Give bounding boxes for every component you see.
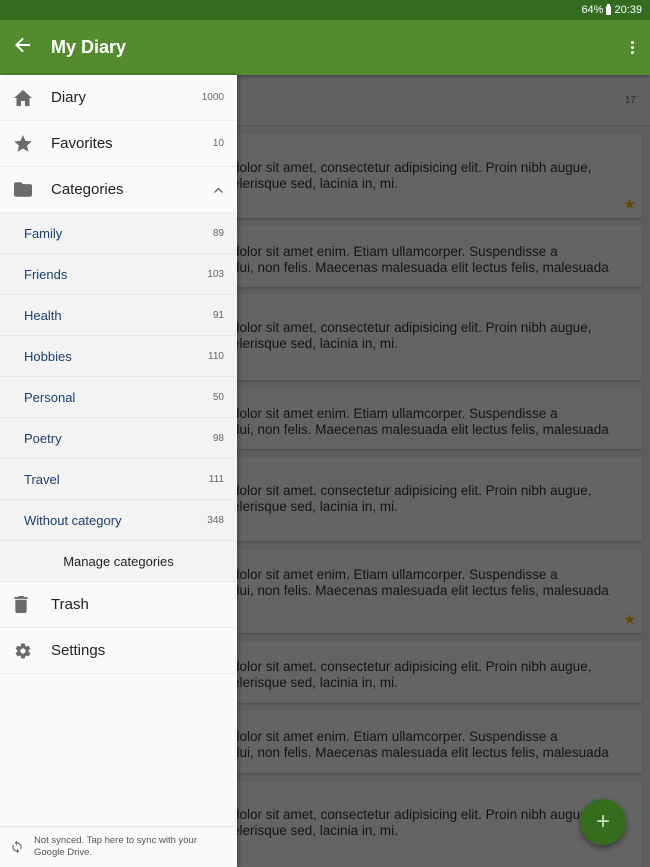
battery-percent: 64%: [581, 4, 604, 16]
category-count: 348: [207, 514, 224, 526]
more-options-button[interactable]: [614, 41, 650, 54]
category-label: Without category: [24, 512, 122, 528]
category-count: 103: [207, 268, 224, 280]
category-item[interactable]: Hobbies 110: [0, 336, 237, 377]
category-item[interactable]: Family 89: [0, 213, 237, 254]
add-icon: +: [595, 808, 610, 835]
category-count: 110: [208, 350, 224, 362]
trash-icon: [0, 596, 51, 613]
sync-icon: [0, 840, 34, 854]
drawer-item-trash[interactable]: Trash: [0, 582, 237, 628]
gear-icon: [0, 642, 51, 660]
category-count: 91: [212, 309, 224, 321]
drawer-item-label: Favorites: [51, 135, 113, 152]
category-label: Personal: [24, 389, 76, 405]
category-item[interactable]: Poetry 98: [0, 418, 237, 459]
category-label: Health: [24, 307, 62, 323]
folder-icon: [0, 182, 51, 197]
category-count: 50: [212, 391, 224, 403]
category-list: Family 89 Friends 103 Health 91 Hobbies 110 Pers…: [0, 213, 237, 541]
drawer-item-categories[interactable]: Categories: [0, 167, 237, 213]
drawer-item-settings[interactable]: Settings: [0, 628, 237, 674]
app-bar: My Diary: [0, 20, 650, 75]
drawer-item-favorites[interactable]: Favorites 10: [0, 121, 237, 167]
category-label: Friends: [24, 266, 68, 282]
status-bar: 64% 20:39: [0, 0, 650, 20]
category-count: 89: [212, 227, 224, 239]
sync-status-text: Not synced. Tap here to sync with your G…: [34, 835, 197, 858]
clock: 20:39: [614, 4, 642, 16]
manage-categories-button[interactable]: Manage categories: [0, 541, 237, 582]
drawer-item-label: Diary: [51, 89, 87, 106]
star-icon: [0, 135, 51, 152]
category-item[interactable]: Travel 111: [0, 459, 237, 500]
category-item[interactable]: Personal 50: [0, 377, 237, 418]
category-label: Travel: [24, 471, 60, 487]
drawer-item-label: Categories: [51, 181, 124, 198]
chevron-up-icon[interactable]: [214, 184, 237, 196]
category-label: Family: [24, 225, 63, 241]
navigation-drawer: Diary 1000 Favorites 10 Categories Famil…: [0, 75, 237, 867]
category-item[interactable]: Friends 103: [0, 254, 237, 295]
drawer-item-diary[interactable]: Diary 1000: [0, 75, 237, 121]
sync-google-drive-button[interactable]: Not synced. Tap here to sync with your G…: [0, 826, 237, 867]
drawer-item-count: 10: [212, 138, 224, 149]
drawer-item-label: Settings: [51, 642, 106, 659]
drawer-item-count: 1000: [201, 92, 224, 103]
category-count: 98: [212, 432, 224, 444]
battery-icon: [606, 3, 612, 15]
add-entry-button[interactable]: +: [580, 799, 626, 845]
category-label: Hobbies: [24, 348, 72, 364]
app-title: My Diary: [51, 37, 127, 57]
drawer-item-label: Trash: [51, 596, 89, 613]
arrow-back-icon: [15, 37, 30, 53]
category-item[interactable]: Without category 348: [0, 500, 237, 541]
home-icon: [0, 89, 51, 106]
category-item[interactable]: Health 91: [0, 295, 237, 336]
category-count: 111: [208, 473, 224, 485]
more-vert-icon: [630, 41, 634, 44]
category-label: Poetry: [24, 430, 62, 446]
back-button[interactable]: [0, 36, 46, 59]
